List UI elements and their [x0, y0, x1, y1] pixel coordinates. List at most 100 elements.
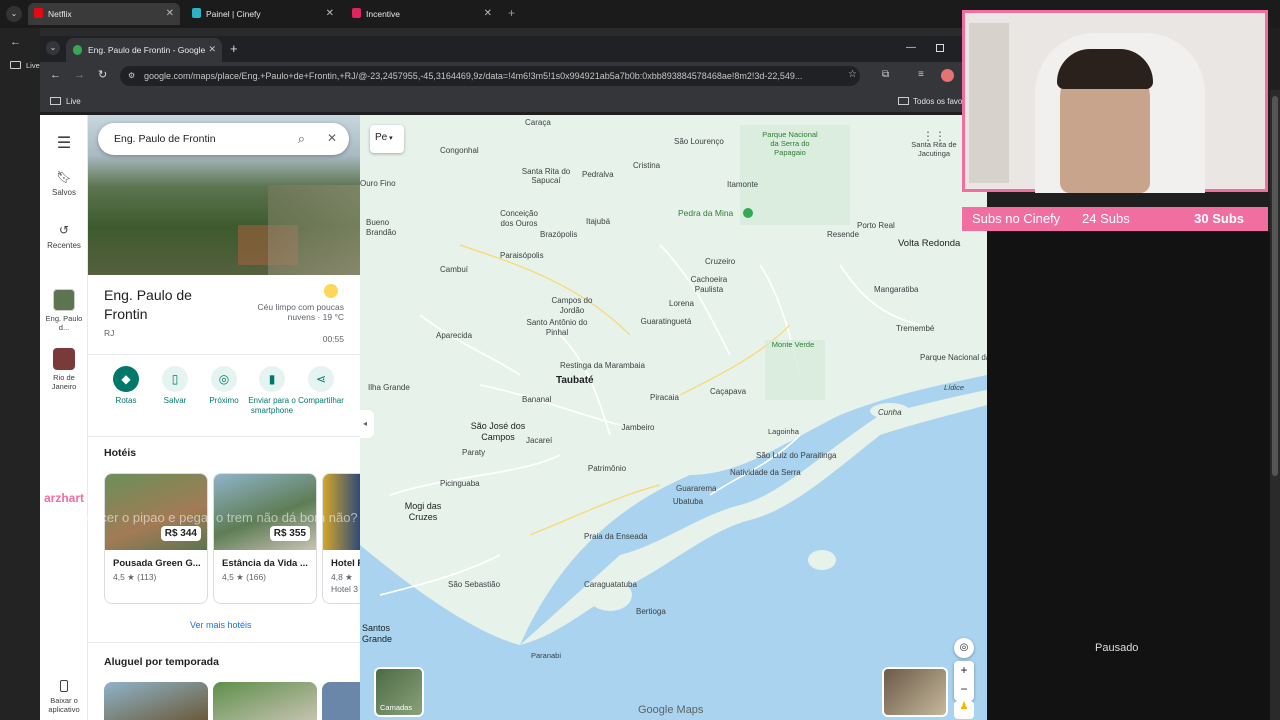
folder-icon [898, 97, 909, 105]
back-icon[interactable]: ← [50, 69, 61, 81]
map-canvas[interactable]: Caraça Congonhal São Lourenço Parque Nac… [360, 115, 987, 720]
media-icon[interactable]: ≡ [918, 69, 924, 80]
map-label: Bertioga [636, 607, 666, 616]
my-location-button[interactable]: ◎ [954, 638, 974, 658]
hotel-card[interactable]: R$ 355 Estância da Vida ... 4,5 ★ (166) [213, 473, 317, 604]
outer-bookmark-live[interactable]: Live [26, 61, 40, 70]
divider [88, 354, 360, 355]
map-type-button[interactable]: Pe ▾ [370, 125, 404, 153]
cinefy-icon [192, 8, 201, 18]
divider [88, 436, 360, 437]
inner-tab-strip: ⌄ Eng. Paulo de Frontin - Google ✕ + — [40, 36, 962, 62]
map-label: São Lourenço [674, 137, 724, 146]
minimize-icon[interactable]: — [906, 42, 916, 53]
recent-button[interactable]: ↺ Recentes [40, 223, 88, 250]
map-label-city: Santos Grande [362, 623, 393, 644]
weather-icon [324, 284, 338, 298]
map-label: Natividade da Serra [730, 468, 801, 477]
street-view-thumbnail[interactable] [882, 667, 948, 717]
search-input[interactable]: Eng. Paulo de Frontin [114, 133, 216, 145]
right-scrollbar[interactable] [1270, 90, 1280, 720]
rental-photo[interactable] [213, 682, 317, 720]
close-icon[interactable]: ✕ [484, 8, 492, 19]
map-label-city: Volta Redonda [898, 238, 961, 249]
hotel-rating: 4,5 ★ (166) [222, 572, 267, 582]
extensions-icon[interactable]: ⧉ [882, 69, 889, 80]
apps-grid-icon[interactable]: ⋮⋮ [922, 129, 946, 143]
map-label: Bueno Brandão [366, 218, 397, 237]
reload-icon[interactable]: ↻ [98, 68, 107, 81]
hotel-name: Estância da Vida ... [222, 558, 308, 569]
outer-tab-menu-icon[interactable]: ⌄ [6, 6, 22, 22]
hotel-card[interactable]: R$ 344 Pousada Green G... 4,5 ★ (113) [104, 473, 208, 604]
outer-tab-label: Incentive [366, 9, 401, 19]
outer-tab-cinefy[interactable]: Painel | Cinefy ✕ [186, 3, 340, 25]
map-label: Caraça [525, 118, 551, 127]
outer-tab-incentive[interactable]: Incentive ✕ [346, 3, 498, 25]
back-arrow-icon[interactable]: ← [10, 36, 21, 48]
outer-toolbar-strip [40, 28, 962, 36]
map-label: Lídice [944, 383, 965, 392]
bookmark-all[interactable]: Todos os favo [913, 97, 962, 106]
close-icon[interactable]: ✕ [208, 44, 216, 55]
star-icon[interactable]: ☆ [848, 69, 857, 80]
layers-button[interactable]: Camadas [374, 667, 424, 717]
google-maps-logo: Google Maps [638, 704, 704, 716]
map-label: Ubatuba [672, 497, 704, 506]
recent-place-label: Eng. Paulo d... [45, 314, 83, 332]
map-label: Lorena [669, 299, 694, 308]
new-tab-button[interactable]: + [230, 41, 238, 56]
search-icon[interactable]: ⌕ [298, 131, 305, 147]
new-tab-button[interactable]: + [508, 6, 515, 20]
map-pin-icon[interactable] [743, 208, 753, 218]
saved-button[interactable]: 🔖︎ Salvos [40, 170, 88, 197]
map-terrain [360, 125, 987, 720]
inner-tab-menu-icon[interactable]: ⌄ [46, 41, 60, 55]
collapse-panel-button[interactable]: ◂ [360, 410, 374, 438]
maximize-icon[interactable] [936, 44, 944, 52]
rental-photo[interactable] [322, 682, 360, 720]
nearby-button[interactable]: ◎ Próximo [202, 366, 246, 405]
netflix-icon [34, 8, 43, 18]
pegman-icon[interactable]: ♟ [954, 701, 974, 719]
outer-tab-netflix[interactable]: Netflix ✕ [28, 3, 180, 25]
more-hotels-link[interactable]: Ver mais hotéis [190, 620, 252, 630]
zoom-out-button[interactable]: − [954, 680, 974, 699]
map-label: Cristina [633, 161, 661, 170]
close-icon[interactable]: ✕ [166, 8, 174, 19]
hotel-rating: 4,8 ★ [331, 572, 353, 582]
send-to-phone-button[interactable]: ▮ Enviar para o smartphone [246, 366, 298, 416]
save-button[interactable]: ▯ Salvar [153, 366, 197, 405]
close-icon[interactable]: ✕ [327, 131, 337, 145]
map-label-city: Taubaté [556, 375, 594, 386]
directions-button[interactable]: ◆ Rotas [104, 366, 148, 405]
menu-icon[interactable]: ☰ [40, 133, 88, 153]
search-box[interactable]: Eng. Paulo de Frontin ⌕ ✕ [98, 123, 349, 155]
paused-video-area: Pausado [987, 232, 1280, 720]
map-label: Congonhal [440, 146, 479, 155]
inner-tab-maps[interactable]: Eng. Paulo de Frontin - Google ✕ [66, 38, 222, 62]
map-label: Itamonte [727, 180, 759, 189]
forward-icon[interactable]: → [74, 69, 85, 81]
recent-place-1[interactable]: Eng. Paulo d... [40, 289, 88, 332]
site-info-icon[interactable]: ⚙ [128, 71, 135, 80]
hotel-card[interactable]: Hotel F 4,8 ★ Hotel 3 [322, 473, 360, 604]
saved-label: Salvos [51, 188, 76, 197]
close-icon[interactable]: ✕ [326, 8, 334, 19]
rental-photo[interactable] [104, 682, 208, 720]
inner-tab-label: Eng. Paulo de Frontin - Google [88, 45, 206, 55]
bookmark-live[interactable]: Live [66, 97, 81, 106]
outer-tab-label: Netflix [48, 9, 72, 19]
profile-avatar[interactable] [941, 69, 954, 82]
download-app-button[interactable]: Baixar o aplicativo [40, 680, 88, 714]
recent-place-2[interactable]: Rio de Janeiro [40, 348, 88, 391]
scrollbar-thumb[interactable] [1272, 96, 1278, 476]
map-label: Resende [827, 230, 860, 239]
zoom-in-button[interactable]: + [954, 661, 974, 680]
subs-label: Subs no Cinefy [972, 211, 1061, 226]
url-text: google.com/maps/place/Eng.+Paulo+de+Fron… [144, 71, 803, 81]
url-bar[interactable]: ⚙ google.com/maps/place/Eng.+Paulo+de+Fr… [120, 66, 860, 86]
chat-username: arzhart [44, 491, 85, 505]
phone-icon: ▮ [259, 366, 285, 392]
share-button[interactable]: ⋖ Compartilhar [296, 366, 346, 406]
